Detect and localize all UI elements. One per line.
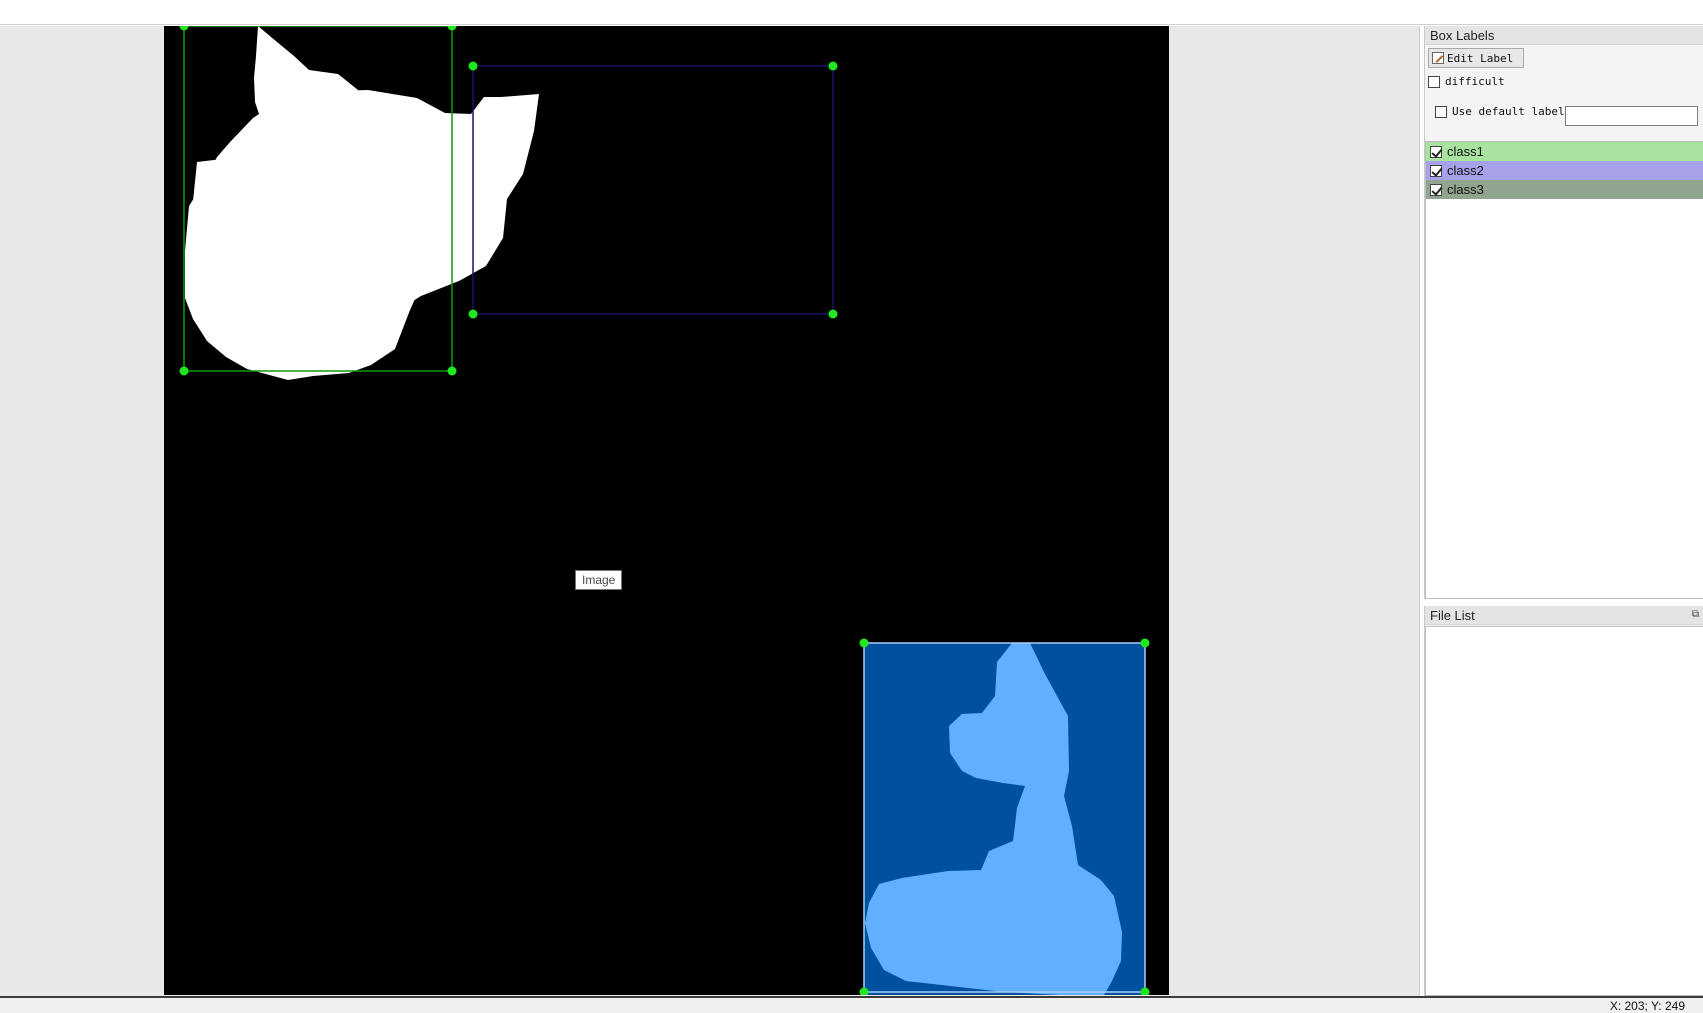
difficult-checkbox-row[interactable]: difficult <box>1428 75 1505 88</box>
image-canvas[interactable] <box>164 26 1169 995</box>
file-list-panel: File List ⧉ <box>1424 606 1703 996</box>
handle-class1-br[interactable] <box>447 366 457 376</box>
handle-class1-tl[interactable] <box>179 26 189 31</box>
image-tooltip: Image <box>575 570 623 590</box>
edit-label-text: Edit Label <box>1447 51 1514 65</box>
label-name: class2 <box>1447 163 1484 178</box>
handle-class2-bl[interactable] <box>468 309 478 319</box>
use-default-label-checkbox[interactable] <box>1435 105 1447 118</box>
label-list[interactable]: class1 class2 class3 <box>1425 141 1703 599</box>
file-list-title-text: File List <box>1430 608 1475 623</box>
restore-window-icon[interactable]: ⧉ <box>1692 609 1699 621</box>
handle-class3-tl[interactable] <box>859 638 869 648</box>
box-labels-title: Box Labels <box>1425 26 1703 45</box>
cursor-coordinates: X: 203; Y: 249 <box>1609 999 1685 1013</box>
default-label-input[interactable] <box>1565 106 1698 126</box>
status-bar: X: 203; Y: 249 <box>0 996 1703 1013</box>
label-name: class1 <box>1447 144 1484 159</box>
handle-class2-tr[interactable] <box>828 61 838 71</box>
difficult-checkbox[interactable] <box>1428 75 1440 88</box>
labelimg-window: Image Box Labels Edit Label difficult Us… <box>0 0 1703 1013</box>
handle-class3-tr[interactable] <box>1140 638 1150 648</box>
box-labels-panel: Box Labels Edit Label difficult Use defa… <box>1424 26 1703 599</box>
edit-label-button[interactable]: Edit Label <box>1428 48 1524 68</box>
menu-bar <box>0 0 1703 25</box>
use-default-label-text: Use default label <box>1452 105 1565 118</box>
file-list[interactable] <box>1425 626 1703 996</box>
label-visibility-checkbox[interactable] <box>1430 145 1442 158</box>
handle-class1-tr[interactable] <box>447 26 457 31</box>
canvas-area[interactable]: Image <box>0 26 1420 996</box>
edit-pencil-icon <box>1432 52 1444 64</box>
label-visibility-checkbox[interactable] <box>1430 183 1442 196</box>
handle-class2-tl[interactable] <box>468 61 478 71</box>
label-list-item-class3[interactable]: class3 <box>1426 180 1703 199</box>
difficult-label: difficult <box>1445 75 1505 88</box>
file-list-title: File List ⧉ <box>1425 606 1703 625</box>
label-visibility-checkbox[interactable] <box>1430 164 1442 177</box>
annotation-layer[interactable] <box>164 26 1169 995</box>
use-default-label-row[interactable]: Use default label <box>1435 105 1565 118</box>
label-list-item-class1[interactable]: class1 <box>1426 142 1703 161</box>
handle-class2-br[interactable] <box>828 309 838 319</box>
handle-class1-bl[interactable] <box>179 366 189 376</box>
label-list-item-class2[interactable]: class2 <box>1426 161 1703 180</box>
label-name: class3 <box>1447 182 1484 197</box>
